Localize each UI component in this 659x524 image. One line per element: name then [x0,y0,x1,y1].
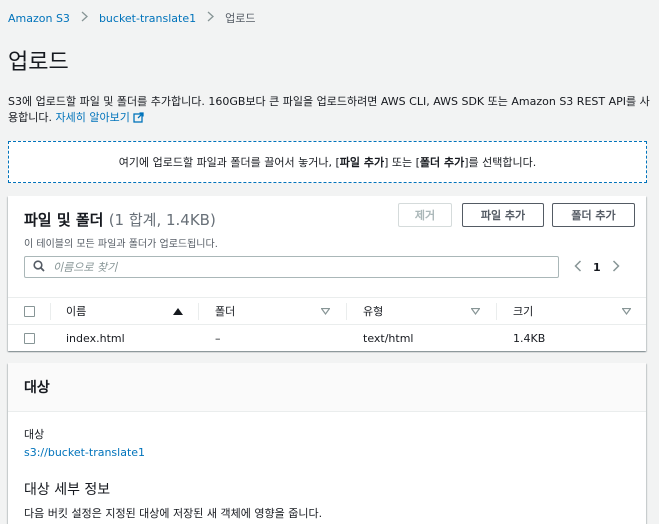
column-header-size[interactable]: 크기 [513,298,533,324]
row-checkbox[interactable] [24,326,35,351]
pagination: 1 [574,256,620,278]
sort-ascending-icon[interactable] [173,298,183,324]
destination-path-link[interactable]: s3://bucket-translate1 [24,446,145,459]
current-page[interactable]: 1 [593,261,601,274]
dropzone-text-start: 여기에 업로드할 파일과 폴더를 끌어서 놓거나, [ [118,156,340,169]
breadcrumb: Amazon S3 bucket-translate1 업로드 [8,10,256,26]
column-name-label: 이름 [66,305,87,318]
column-header-name[interactable]: 이름 [66,298,86,324]
destination-header: 대상 [8,363,646,412]
destination-label: 대상 [24,428,45,441]
dropzone-add-folder: 폴더 추가 [419,156,465,169]
column-divider [496,303,497,320]
breadcrumb-item-bucket[interactable]: bucket-translate1 [99,12,196,25]
remove-button[interactable]: 제거 [398,203,452,227]
files-panel-title: 파일 및 폴더 (1 합계, 1.4KB) [24,209,218,230]
dropzone-text-end: ]를 선택합니다. [464,156,537,169]
search-input[interactable] [53,260,533,274]
sort-icon[interactable] [321,298,330,324]
column-divider [346,303,347,320]
page-title: 업로드 [8,50,69,75]
cell-name: index.html [66,332,125,345]
column-size-label: 크기 [513,305,534,318]
column-type-label: 유형 [363,305,384,318]
breadcrumb-item-s3[interactable]: Amazon S3 [8,12,70,25]
breadcrumb-current: 업로드 [225,12,256,25]
checkbox-box [24,305,35,317]
column-divider [198,303,199,320]
search-box[interactable] [24,256,559,278]
files-panel-header: 파일 및 폴더 (1 합계, 1.4KB) 이 테이블의 모든 파일과 폴더가 … [24,209,218,250]
column-header-type[interactable]: 유형 [363,298,383,324]
table-header: 이름 폴더 유형 크기 [8,297,646,325]
files-title-text: 파일 및 폴더 [24,211,104,229]
learn-more-label: 자세히 알아보기 [55,111,130,124]
chevron-left-icon[interactable] [574,259,582,275]
learn-more-link[interactable]: 자세히 알아보기 [55,111,144,124]
dropzone-text-middle: ] 또는 [ [384,156,420,169]
column-header-folder[interactable]: 폴더 [215,298,235,324]
search-icon [33,259,45,275]
cell-type: text/html [363,332,414,345]
chevron-right-icon [81,11,88,25]
sort-icon[interactable] [471,298,480,324]
add-folder-button[interactable]: 폴더 추가 [552,203,635,227]
table-row[interactable]: index.html – text/html 1.4KB [8,326,646,351]
dropzone-text: 여기에 업로드할 파일과 폴더를 끌어서 놓거나, [파일 추가] 또는 [폴더… [119,154,537,170]
files-panel-subtitle: 이 테이블의 모든 파일과 폴더가 업로드됩니다. [24,239,218,250]
column-folder-label: 폴더 [215,305,236,318]
files-and-folders-panel: 파일 및 폴더 (1 합계, 1.4KB) 이 테이블의 모든 파일과 폴더가 … [8,196,646,351]
external-link-icon [133,112,144,128]
destination-details-title: 대상 세부 정보 [24,482,111,498]
chevron-right-icon[interactable] [612,259,620,275]
destination-panel: 대상 대상 s3://bucket-translate1 대상 세부 정보 다음… [8,363,646,524]
cell-size: 1.4KB [513,332,546,345]
destination-details-description: 다음 버킷 설정은 지정된 대상에 저장된 새 객체에 영향을 줍니다. [24,507,323,520]
upload-dropzone[interactable]: 여기에 업로드할 파일과 폴더를 끌어서 놓거나, [파일 추가] 또는 [폴더… [8,141,647,183]
page-description: S3에 업로드할 파일 및 폴더를 추가합니다. 160GB보다 큰 파일을 업… [8,94,653,128]
cell-folder: – [215,332,221,345]
files-count: (1 합계, 1.4KB) [108,211,216,229]
checkbox-box [24,333,35,344]
column-divider [50,303,51,320]
add-files-button[interactable]: 파일 추가 [462,203,544,227]
dropzone-add-files: 파일 추가 [339,156,385,169]
sort-icon[interactable] [622,298,631,324]
chevron-right-icon [207,11,215,25]
select-all-checkbox[interactable] [24,298,35,324]
